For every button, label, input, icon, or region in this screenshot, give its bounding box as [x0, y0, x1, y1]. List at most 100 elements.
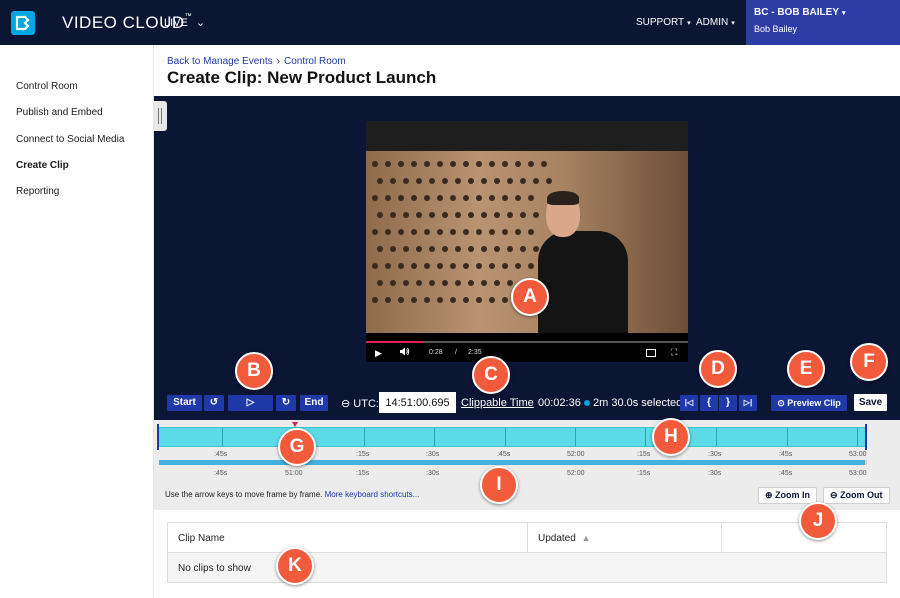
video-player[interactable]: ▶ 0:28 / 2:35 ⛶: [366, 121, 688, 362]
sidebar-item-publish-and-embed[interactable]: Publish and Embed: [16, 107, 103, 118]
wall-hole: [390, 246, 396, 252]
keyboard-hint: Use the arrow keys to move frame by fram…: [165, 490, 420, 499]
wall-hole: [429, 246, 435, 252]
forward-icon[interactable]: ↻: [276, 395, 296, 411]
timeline-tick-label: :15s: [356, 470, 370, 477]
zoom-in-button[interactable]: ⊕ Zoom In: [758, 487, 818, 504]
wall-hole: [502, 195, 508, 201]
wall-hole: [390, 212, 396, 218]
clippable-time-link[interactable]: Clippable Time: [461, 397, 534, 409]
account-menu[interactable]: BC - BOB BAILEY ▾ Bob Bailey: [746, 0, 900, 45]
wall-hole: [528, 161, 534, 167]
wall-hole: [463, 229, 469, 235]
wall-hole: [494, 246, 500, 252]
clip-selection-range[interactable]: [159, 427, 867, 447]
player-control-bar: [366, 333, 688, 362]
wall-hole: [520, 212, 526, 218]
playhead-marker-icon[interactable]: [292, 422, 298, 427]
wall-hole: [429, 178, 435, 184]
callout-a: A: [511, 278, 549, 316]
caret-down-icon: ▾: [842, 10, 846, 17]
wall-hole: [424, 195, 430, 201]
page-title: Create Clip: New Product Launch: [167, 68, 437, 87]
wall-hole: [398, 297, 404, 303]
sidebar-item-create-clip[interactable]: Create Clip: [16, 160, 69, 171]
admin-menu[interactable]: ADMIN ▾: [696, 17, 735, 28]
utc-time-input[interactable]: [379, 392, 456, 413]
timeline-gridline: [716, 428, 717, 446]
support-menu[interactable]: SUPPORT ▾: [636, 17, 691, 28]
clip-end-handle[interactable]: [865, 424, 867, 450]
sidebar-item-control-room[interactable]: Control Room: [16, 81, 78, 92]
save-button[interactable]: Save: [854, 394, 887, 411]
timeline-gridline: [575, 428, 576, 446]
chevron-down-icon: ⌄: [195, 17, 206, 29]
set-in-point-button[interactable]: {: [700, 395, 718, 411]
wall-hole: [515, 229, 521, 235]
wall-hole: [502, 297, 508, 303]
wall-hole: [546, 178, 552, 184]
timeline-tick-label: 53:00: [849, 470, 867, 477]
wall-hole: [507, 212, 513, 218]
zoom-out-icon: ⊖: [830, 490, 838, 500]
sidebar-item-connect-social[interactable]: Connect to Social Media: [16, 134, 124, 145]
breadcrumb-control-room-link[interactable]: Control Room: [284, 56, 346, 67]
selection-dot-icon: [584, 400, 590, 406]
set-out-point-button[interactable]: }: [719, 395, 737, 411]
zoom-out-button[interactable]: ⊖ Zoom Out: [823, 487, 890, 504]
wall-hole: [403, 280, 409, 286]
rewind-icon[interactable]: ↺: [204, 395, 224, 411]
wall-hole: [411, 297, 417, 303]
sidebar-item-reporting[interactable]: Reporting: [16, 186, 59, 197]
player-play-icon[interactable]: ▶: [375, 348, 382, 359]
first-frame-icon[interactable]: |◁: [680, 395, 698, 411]
wall-hole: [468, 280, 474, 286]
wall-hole: [520, 246, 526, 252]
wall-hole: [468, 178, 474, 184]
preview-clip-button[interactable]: ⊙ Preview Clip: [771, 395, 847, 411]
wall-hole: [416, 246, 422, 252]
fullscreen-icon[interactable]: ⛶: [671, 347, 677, 358]
timeline-gridline: [645, 428, 646, 446]
brightcove-logo-icon[interactable]: [11, 11, 35, 35]
picture-in-picture-icon[interactable]: [646, 349, 656, 357]
column-header-updated[interactable]: Updated ▲: [528, 523, 722, 553]
wall-hole: [463, 161, 469, 167]
wall-hole: [468, 212, 474, 218]
breadcrumb-back-link[interactable]: Back to Manage Events: [167, 56, 273, 67]
clip-start-handle[interactable]: [157, 424, 159, 450]
live-module-menu[interactable]: LIVE ⌄: [164, 16, 205, 29]
play-button[interactable]: ▷: [228, 395, 273, 411]
player-progress-fill: [366, 341, 424, 343]
wall-hole: [411, 229, 417, 235]
wall-hole: [528, 229, 534, 235]
wall-hole: [424, 263, 430, 269]
end-button[interactable]: End: [300, 395, 328, 411]
player-current-time: 0:28: [429, 349, 443, 356]
wall-hole: [494, 280, 500, 286]
timeline-tick-label: :30s: [708, 470, 722, 477]
wall-hole: [455, 280, 461, 286]
sidebar: Control Room Publish and Embed Connect t…: [0, 45, 154, 598]
wall-hole: [372, 161, 378, 167]
utc-label: ⊖ UTC:: [341, 398, 379, 410]
timeline-tick-label: :15s: [637, 451, 651, 458]
timeline-tick-label: :15s: [637, 470, 651, 477]
callout-e: E: [787, 350, 825, 388]
keyboard-shortcuts-link[interactable]: More keyboard shortcuts...: [325, 490, 420, 499]
timeline-tick-label: 51:00: [285, 470, 303, 477]
callout-c: C: [472, 356, 510, 394]
user-name: Bob Bailey: [754, 24, 798, 34]
player-volume-icon[interactable]: [400, 347, 410, 359]
table-header-row: Clip Name Updated ▲: [168, 523, 886, 553]
wall-hole: [424, 229, 430, 235]
sort-ascending-icon: ▲: [581, 533, 591, 543]
start-button[interactable]: Start: [167, 395, 202, 411]
last-frame-icon[interactable]: ▷|: [739, 395, 757, 411]
wall-hole: [385, 263, 391, 269]
wall-hole: [398, 161, 404, 167]
sidebar-collapse-handle[interactable]: [154, 101, 167, 131]
wall-hole: [455, 246, 461, 252]
column-header-clip-name[interactable]: Clip Name: [168, 523, 528, 553]
callout-k: K: [276, 547, 314, 585]
